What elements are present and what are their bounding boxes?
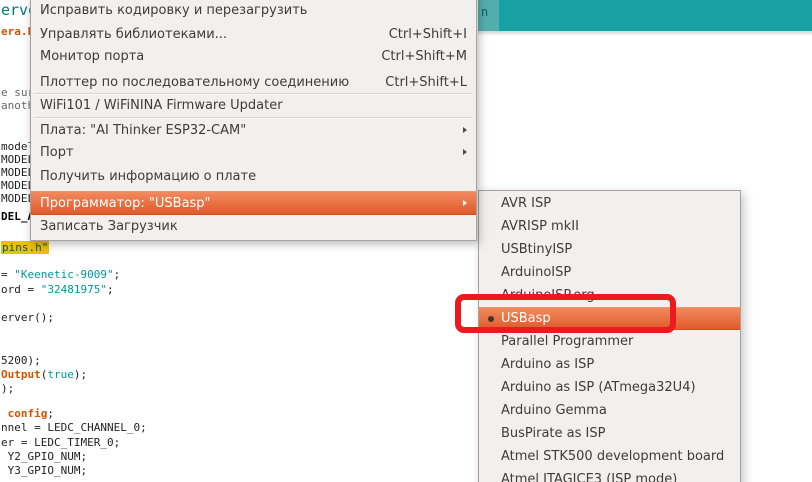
menu-item-label: Записать Загрузчик — [40, 219, 467, 234]
menu-separator-2 — [34, 117, 473, 118]
submenu-item-label: USBtinyISP — [501, 242, 572, 257]
code-segment: = — [1, 268, 14, 281]
submenu-arrow-icon — [463, 149, 467, 155]
code-segment: nnel = LEDC_CHANNEL_0; — [1, 421, 147, 434]
code-segment: ); — [1, 382, 14, 395]
menu-item-serial-monitor[interactable]: Монитор порта Ctrl+Shift+M — [31, 45, 476, 67]
menu-item-label: Получить информацию о плате — [40, 169, 467, 184]
arduino-ide-screen: erveera.he suranothmodelMODELMODELMODELM… — [0, 0, 812, 482]
menu-item-label: Монитор порта — [40, 49, 367, 64]
code-line: er = LEDC_TIMER_0; — [1, 436, 120, 449]
menu-item-shortcut: Ctrl+Shift+L — [385, 75, 467, 90]
submenu-item-label: Arduino Gemma — [501, 403, 607, 418]
code-segment: Y3_GPIO_NUM; — [1, 464, 87, 477]
code-segment: er = LEDC_TIMER_0; — [1, 436, 120, 449]
submenu-item-atmel-stk500[interactable]: Atmel STK500 development board — [479, 445, 740, 468]
submenu-item-label: AVR ISP — [501, 196, 551, 211]
submenu-item-usbtinyisp[interactable]: USBtinyISP — [479, 238, 740, 261]
programmer-submenu: AVR ISP AVRISP mkII USBtinyISP ArduinoISP Ar… — [478, 190, 741, 482]
code-segment — [1, 407, 8, 420]
submenu-item-arduino-gemma[interactable]: Arduino Gemma — [479, 399, 740, 422]
menu-item-manage-libraries[interactable]: Управлять библиотеками... Ctrl+Shift+I — [31, 23, 476, 45]
menu-item-serial-plotter[interactable]: Плоттер по последовательному соединению C… — [31, 71, 476, 93]
code-segment: "32481975" — [41, 283, 107, 296]
code-segment: config — [8, 407, 48, 420]
code-segment: true — [47, 368, 74, 381]
code-line: = "Keenetic-9009"; — [1, 268, 120, 281]
submenu-item-parallel-programmer[interactable]: Parallel Programmer — [479, 330, 740, 353]
code-segment: ; — [107, 283, 114, 296]
tools-menu: Исправить кодировку и перезагрузить Управ… — [30, 0, 477, 241]
menu-item-fix-encoding[interactable]: Исправить кодировку и перезагрузить — [31, 0, 476, 21]
code-line: ); — [1, 382, 14, 395]
code-line: pins.h" — [1, 241, 49, 254]
editor-tab[interactable]: n — [478, 0, 499, 31]
menu-item-shortcut: Ctrl+Shift+I — [389, 27, 467, 42]
submenu-item-label: Arduino as ISP (ATmega32U4) — [501, 380, 696, 395]
menu-item-burn-bootloader[interactable]: Записать Загрузчик — [31, 215, 476, 237]
submenu-item-label: Atmel JTAGICE3 (ISP mode) — [501, 472, 677, 482]
code-segment: Y2_GPIO_NUM; — [1, 450, 87, 463]
code-segment: ord = — [1, 283, 41, 296]
submenu-item-arduino-as-isp[interactable]: Arduino as ISP — [479, 353, 740, 376]
menu-item-label: WiFi101 / WiFiNINA Firmware Updater — [40, 98, 467, 113]
menu-separator-1 — [34, 93, 473, 94]
code-segment: ; — [114, 268, 121, 281]
menu-item-wifi-firmware-updater[interactable]: WiFi101 / WiFiNINA Firmware Updater — [31, 95, 476, 115]
submenu-arrow-icon — [463, 127, 467, 133]
submenu-item-label: AVRISP mkII — [501, 219, 579, 234]
menu-item-shortcut: Ctrl+Shift+M — [381, 49, 467, 64]
submenu-item-buspirate-as-isp[interactable]: BusPirate as ISP — [479, 422, 740, 445]
submenu-item-avr-isp[interactable]: AVR ISP — [479, 192, 740, 215]
menu-item-label: Плата: "AI Thinker ESP32-CAM" — [40, 123, 455, 138]
code-line: config; — [1, 407, 54, 420]
submenu-item-label: Atmel STK500 development board — [501, 449, 724, 464]
code-segment: "Keenetic-9009" — [14, 268, 113, 281]
menu-item-label: Плоттер по последовательному соединению — [40, 75, 371, 90]
code-line: ord = "32481975"; — [1, 283, 114, 296]
submenu-item-label: ArduinoISP — [501, 265, 571, 280]
annotation-red-box — [455, 294, 676, 333]
code-line: erver(); — [1, 311, 54, 324]
code-segment: 5200); — [1, 354, 41, 367]
submenu-item-arduinoisp[interactable]: ArduinoISP — [479, 261, 740, 284]
editor-tab-bar: n — [478, 0, 812, 31]
menu-item-label: Исправить кодировку и перезагрузить — [40, 3, 467, 18]
submenu-item-label: BusPirate as ISP — [501, 426, 605, 441]
code-segment: erver(); — [1, 311, 54, 324]
menu-item-label: Порт — [40, 145, 455, 160]
submenu-item-avrisp-mkii[interactable]: AVRISP mkII — [479, 215, 740, 238]
menu-item-label: Программатор: "USBasp" — [40, 196, 455, 211]
code-segment: pins.h" — [1, 241, 49, 254]
code-segment: ); — [74, 368, 87, 381]
menu-item-programmer[interactable]: Программатор: "USBasp" — [31, 191, 476, 215]
code-line: Y2_GPIO_NUM; — [1, 450, 87, 463]
submenu-item-label: Arduino as ISP — [501, 357, 594, 372]
menu-item-board-info[interactable]: Получить информацию о плате — [31, 165, 476, 187]
code-line: Y3_GPIO_NUM; — [1, 464, 87, 477]
code-segment: ; — [47, 407, 54, 420]
menu-item-port[interactable]: Порт — [31, 141, 476, 163]
submenu-arrow-icon — [463, 200, 467, 206]
code-line: 5200); — [1, 354, 41, 367]
code-line: nnel = LEDC_CHANNEL_0; — [1, 421, 147, 434]
code-line: Output(true); — [1, 368, 87, 381]
submenu-item-atmel-jtagice3-isp[interactable]: Atmel JTAGICE3 (ISP mode) — [479, 468, 740, 482]
menu-item-label: Управлять библиотеками... — [40, 27, 375, 42]
menu-item-board[interactable]: Плата: "AI Thinker ESP32-CAM" — [31, 119, 476, 141]
submenu-item-label: Parallel Programmer — [501, 334, 633, 349]
submenu-item-arduino-as-isp-atmega32u4[interactable]: Arduino as ISP (ATmega32U4) — [479, 376, 740, 399]
code-segment: Output — [1, 368, 41, 381]
editor-tab-label: n — [481, 5, 488, 19]
